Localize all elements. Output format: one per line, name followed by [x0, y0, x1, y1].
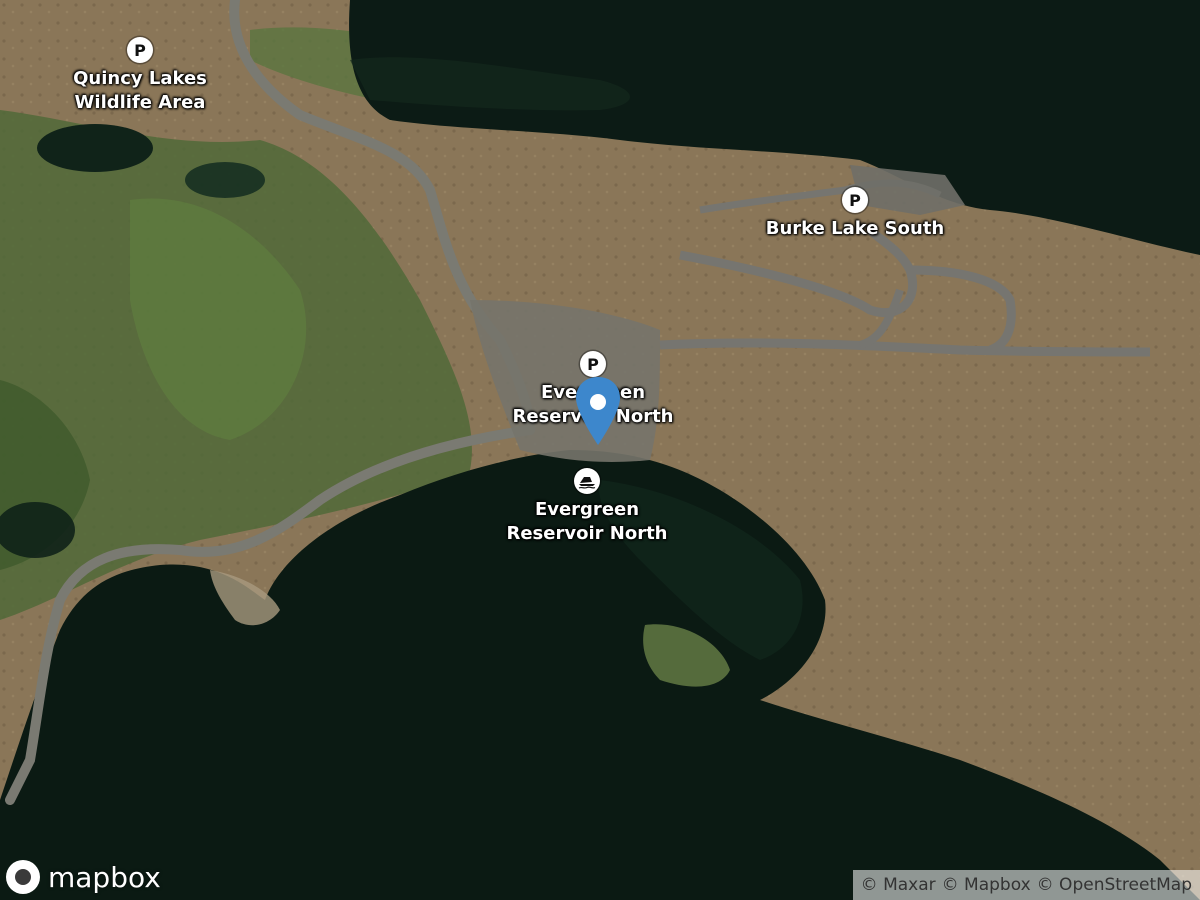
parking-icon: P: [842, 187, 868, 213]
attribution-openstreetmap[interactable]: © OpenStreetMap: [1037, 875, 1192, 895]
mapbox-logo-text: mapbox: [48, 860, 161, 894]
parking-icon: P: [127, 37, 153, 63]
mapbox-logo[interactable]: mapbox: [6, 860, 161, 894]
poi-burke-lake-south[interactable]: P Burke Lake South: [765, 187, 945, 241]
parking-icon: P: [580, 351, 606, 377]
mapbox-logo-icon: [6, 860, 40, 894]
poi-label: Evergreen Reservoir North: [506, 499, 668, 544]
satellite-imagery: [0, 0, 1200, 900]
attribution-bar: © Maxar © Mapbox © OpenStreetMap: [852, 870, 1200, 900]
attribution-mapbox[interactable]: © Mapbox: [942, 875, 1031, 895]
attribution-maxar[interactable]: © Maxar: [861, 875, 936, 895]
location-pin-icon[interactable]: [572, 375, 624, 447]
poi-label: Burke Lake South: [765, 218, 945, 239]
poi-quincy-lakes[interactable]: P Quincy Lakes Wildlife Area: [70, 37, 210, 115]
map-canvas[interactable]: P Quincy Lakes Wildlife Area P Burke Lak…: [0, 0, 1200, 900]
boat-launch-icon: [574, 468, 600, 494]
poi-evergreen-boat-launch[interactable]: Evergreen Reservoir North: [497, 468, 677, 546]
poi-label: Quincy Lakes Wildlife Area: [73, 68, 207, 113]
